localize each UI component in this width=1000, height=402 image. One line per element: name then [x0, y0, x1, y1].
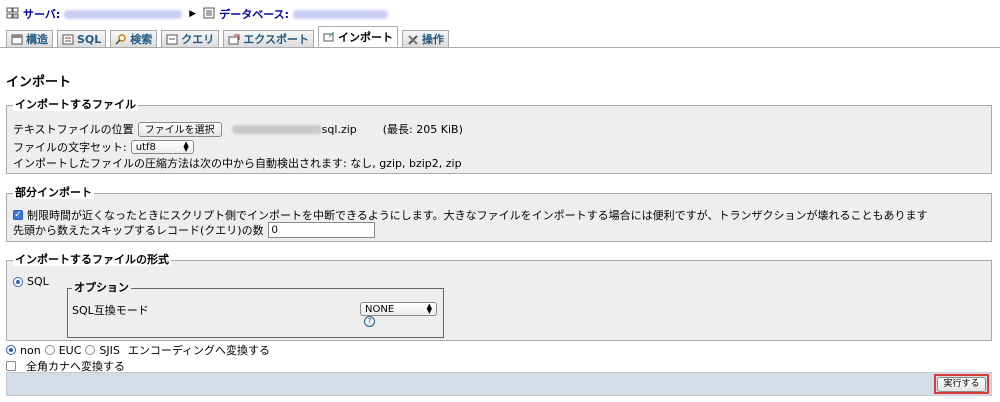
- execute-button-highlight: 実行する: [934, 374, 989, 394]
- interrupt-label: 制限時間が近くなったときにスクリプト側でインポートを中断できるようにします。大き…: [27, 209, 928, 222]
- import-format-section: インポートするファイルの形式 SQL オプション SQL互換モード NONE ▲…: [6, 254, 992, 341]
- compat-value: NONE: [365, 303, 395, 315]
- tab-operations[interactable]: 操作: [401, 30, 449, 47]
- execute-button[interactable]: 実行する: [937, 376, 986, 392]
- tab-label: SQL: [77, 32, 102, 46]
- tab-query[interactable]: クエリ: [161, 30, 220, 47]
- interrupt-checkbox[interactable]: ✓: [13, 210, 23, 220]
- section-legend: 部分インポート: [13, 186, 94, 199]
- encoding-convert-label: エンコーディングへ変換する: [127, 344, 271, 357]
- encoding-non-label: non: [20, 343, 41, 357]
- select-arrows-icon: ▲ ▼: [183, 140, 189, 153]
- file-name-suffix: sql.zip: [321, 122, 357, 136]
- encoding-sjis-label: SJIS: [99, 343, 120, 357]
- options-section: オプション SQL互換モード NONE ▲ ▼ ?: [67, 282, 444, 338]
- server-name-redacted: [64, 9, 183, 19]
- breadcrumb-arrow-icon: ▶: [189, 9, 197, 19]
- sql-icon: [62, 34, 74, 45]
- tab-import[interactable]: インポート: [317, 26, 398, 47]
- charset-value: utf8: [135, 141, 156, 153]
- database-icon: [203, 7, 215, 22]
- encoding-sjis-radio[interactable]: [85, 345, 96, 355]
- file-location-row: テキストファイルの位置 ファイルを選択 sql.zip (最長: 205 KiB…: [13, 121, 463, 137]
- server-icon: [6, 7, 19, 22]
- encoding-non-radio[interactable]: [6, 345, 16, 355]
- charset-select[interactable]: utf8 ▲ ▼: [130, 140, 194, 154]
- encoding-euc-radio[interactable]: [44, 345, 55, 355]
- compat-label: SQL互換モード: [72, 304, 149, 317]
- structure-icon: [11, 34, 23, 45]
- charset-label: ファイルの文字セット:: [13, 141, 127, 154]
- tab-bar: 構造 SQL 検索 クエリ エクスポート インポート 操作: [0, 26, 1000, 48]
- page-title: インポート: [6, 75, 72, 90]
- compression-note: インポートしたファイルの圧縮方法は次の中から自動検出されます: なし, gzip…: [13, 157, 462, 170]
- tab-sql[interactable]: SQL: [57, 30, 107, 47]
- format-sql-radio[interactable]: [13, 276, 23, 287]
- tab-search[interactable]: 検索: [110, 30, 158, 47]
- database-name-redacted: [293, 9, 389, 19]
- choose-file-button[interactable]: ファイルを選択: [137, 121, 222, 137]
- interrupt-row: ✓ 制限時間が近くなったときにスクリプト側でインポートを中断できるようにします。…: [13, 207, 927, 223]
- section-legend: インポートするファイル: [13, 98, 138, 111]
- tab-label: 構造: [26, 33, 48, 46]
- partial-import-section: 部分インポート ✓ 制限時間が近くなったときにスクリプト側でインポートを中断でき…: [6, 187, 992, 242]
- server-link[interactable]: サーバ:: [23, 6, 60, 22]
- footer-bar: 実行する: [6, 372, 992, 396]
- export-icon: [228, 34, 240, 45]
- import-file-section: インポートするファイル テキストファイルの位置 ファイルを選択 sql.zip …: [6, 99, 992, 174]
- tab-structure[interactable]: 構造: [6, 30, 53, 47]
- help-icon[interactable]: ?: [364, 316, 375, 327]
- skip-queries-input[interactable]: [267, 222, 375, 238]
- compat-select[interactable]: NONE ▲ ▼: [360, 302, 437, 316]
- format-row: SQL: [13, 275, 49, 288]
- compression-row: インポートしたファイルの圧縮方法は次の中から自動検出されます: なし, gzip…: [13, 155, 462, 171]
- file-name-redacted: [231, 124, 322, 134]
- operations-icon: [407, 34, 419, 45]
- tab-export[interactable]: エクスポート: [223, 30, 314, 47]
- database-link[interactable]: データベース:: [219, 6, 289, 22]
- tab-label: インポート: [337, 30, 393, 44]
- format-sql-label: SQL: [27, 275, 49, 288]
- skip-label: 先頭から数えたスキップするレコード(クエリ)の数: [13, 224, 264, 237]
- search-icon: [115, 33, 127, 45]
- encoding-row: non EUC SJIS エンコーディングへ変換する: [6, 342, 270, 358]
- tab-label: 検索: [130, 33, 153, 46]
- options-legend: オプション: [72, 281, 131, 294]
- skip-row: 先頭から数えたスキップするレコード(クエリ)の数: [13, 222, 375, 238]
- max-size-label: (最長: 205 KiB): [382, 123, 463, 136]
- kana-checkbox[interactable]: [6, 361, 16, 371]
- query-icon: [166, 34, 178, 45]
- section-legend: インポートするファイルの形式: [13, 253, 171, 266]
- import-icon: [323, 31, 335, 42]
- encoding-euc-label: EUC: [58, 343, 82, 357]
- tab-label: 操作: [421, 33, 444, 46]
- select-arrows-icon: ▲ ▼: [426, 302, 432, 315]
- breadcrumb: サーバ: ▶ データベース:: [6, 5, 389, 23]
- charset-row: ファイルの文字セット: utf8 ▲ ▼: [13, 139, 194, 155]
- file-location-label: テキストファイルの位置: [13, 123, 134, 136]
- tab-label: クエリ: [181, 33, 215, 46]
- compat-row: SQL互換モード: [72, 302, 149, 318]
- tab-label: エクスポート: [243, 33, 309, 46]
